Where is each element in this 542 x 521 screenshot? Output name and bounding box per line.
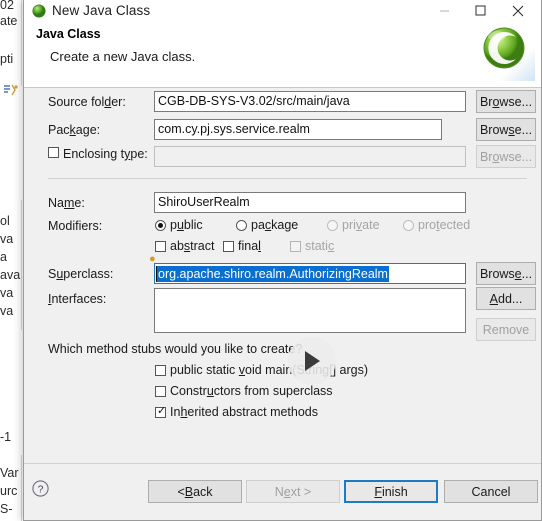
dialog-button-bar: ? < Back Ne xt > Finish Cancel [24,463,541,520]
modifier-checkbox-abstract[interactable] [155,241,166,252]
svg-text:?: ? [38,484,44,495]
finish-button[interactable]: Finish [344,480,438,503]
interfaces-label: Interfaces: [48,292,107,306]
package-label: Package: [48,123,101,137]
header-title: Java Class [36,27,101,41]
enclosing-type-browse-button: Br o wse... [476,145,536,168]
stub-checkbox-inherited-abstract[interactable]: ✓ [155,405,167,418]
interfaces-list[interactable] [154,288,466,333]
section-divider [48,178,527,179]
package-browse-button[interactable]: Brow s e... [476,118,536,141]
help-icon[interactable]: ? [32,480,49,497]
radio-dot [158,223,163,228]
modifier-radio-package[interactable] [236,220,247,231]
minimize-button[interactable] [427,0,461,21]
source-folder-input[interactable]: CGB-DB-SYS-V3.02/src/main/java [154,91,466,112]
package-input[interactable]: com.cy.pj.sys.service.realm [154,119,442,140]
cancel-button[interactable]: Cancel [444,480,538,503]
modifier-radio-private [327,220,338,231]
dialog-header: Java Class Create a new Java class. [24,21,541,88]
stub-checkbox-constructors[interactable] [155,386,166,397]
modifiers-label: Modifiers: [48,219,103,233]
modifier-label-public: public [170,218,203,232]
superclass-input[interactable]: org.apache.shiro.realm.AuthorizingRealm [154,263,466,284]
modifier-radio-protected [403,220,414,231]
interfaces-remove-button: Remove [476,318,536,341]
interfaces-add-button[interactable]: Add... [476,287,536,310]
source-folder-browse-button[interactable]: Br o wse... [476,90,536,113]
modifier-label-static: static [305,239,335,253]
filter-tool-icon [3,84,19,98]
superclass-browse-button[interactable]: Brows e... [476,262,536,285]
new-java-class-dialog: New Java Class Java Class Create a new J… [23,0,542,521]
back-button[interactable]: < Back [148,480,242,503]
background-divider [21,455,22,521]
modifier-label-final: final [238,239,261,253]
enclosing-type-checkbox[interactable] [48,147,59,158]
close-button[interactable] [501,0,535,21]
source-folder-label: Source folder: [48,95,126,109]
java-class-icon [32,3,46,18]
modifier-radio-public[interactable] [155,220,166,231]
play-button-overlay[interactable] [288,337,336,385]
modifier-label-package: package [251,218,299,232]
modifier-label-private: private [342,218,380,232]
background-divider [21,0,22,86]
next-button: Ne xt > [246,480,340,503]
name-label: Name: [48,196,85,210]
enclosing-type-input [154,146,466,167]
enclosing-type-label: Enclosing type: [63,147,148,161]
stub-label-inherited-abstract: Inherited abstract methods [170,405,319,419]
check-mark: ✓ [157,405,167,417]
dialog-title: New Java Class [52,3,151,18]
name-input[interactable]: ShiroUserRealm [154,192,466,213]
dialog-body: Source folder: CGB-DB-SYS-V3.02/src/main… [24,88,541,520]
header-description: Create a new Java class. [50,49,196,64]
modifier-checkbox-static [290,241,301,252]
stub-checkbox-main-method[interactable] [155,365,166,376]
superclass-label: Superclass: [48,267,114,281]
maximize-button[interactable] [463,0,497,21]
modifier-checkbox-final[interactable] [223,241,234,252]
modifier-label-abstract: abstract [170,239,215,253]
stub-label-main-method: public static void main(String[] args) [170,363,368,377]
stub-label-constructors: Constructors from superclass [170,384,333,398]
modifier-label-protected: protected [418,218,471,232]
superclass-selected-text: org.apache.shiro.realm.AuthorizingRealm [157,266,389,282]
dialog-titlebar: New Java Class [24,0,541,21]
background-divider [21,200,22,330]
method-stubs-question: Which method stubs would you like to cre… [48,342,303,356]
eclipse-logo [473,21,535,81]
